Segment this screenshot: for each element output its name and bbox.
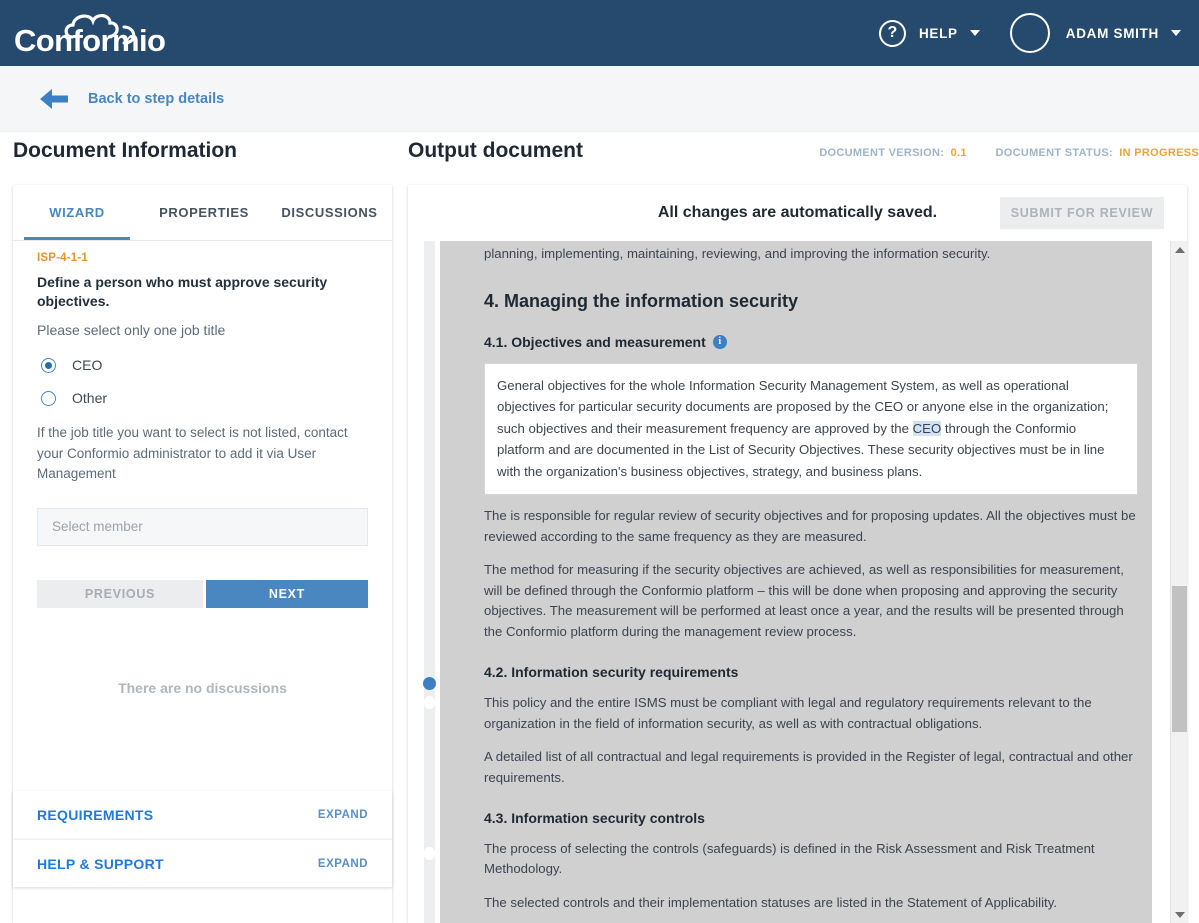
tab-wizard-label: WIZARD — [49, 205, 105, 220]
question-instruction: Please select only one job title — [37, 321, 226, 338]
accordion-requirements-title: REQUIREMENTS — [37, 807, 154, 823]
wizard-button-row: PREVIOUS NEXT — [37, 579, 368, 608]
paragraph-43-a: The process of selecting the controls (s… — [484, 841, 1095, 877]
paragraph-42-a: This policy and the entire ISMS must be … — [484, 695, 1092, 731]
page-body: Document Information WIZARD PROPERTIES D… — [0, 132, 1199, 923]
document-information-panel: Document Information WIZARD PROPERTIES D… — [0, 132, 404, 923]
document-content: Information Security Management System –… — [440, 241, 1152, 923]
document-toolbar: All changes are automatically saved. SUB… — [408, 185, 1187, 241]
tab-discussions-label: DISCUSSIONS — [281, 205, 378, 220]
rail-track — [424, 241, 435, 923]
document-viewport: Information Security Management System –… — [408, 241, 1187, 923]
scroll-down-arrow-icon[interactable] — [1171, 906, 1187, 923]
document-status-key: DOCUMENT STATUS: — [995, 147, 1113, 159]
paragraph-42-b: A detailed list of all contractual and l… — [484, 749, 1133, 785]
next-button[interactable]: NEXT — [205, 579, 368, 608]
accordion-requirements-expand[interactable]: EXPAND — [318, 809, 368, 821]
accordion-help-support-title: HELP & SUPPORT — [37, 855, 164, 872]
select-member-input[interactable]: Select member — [37, 507, 368, 546]
heading-section-43: 4.3. Information security controls — [484, 810, 1138, 826]
chevron-down-icon-help — [969, 30, 980, 36]
info-icon-41[interactable]: i — [712, 334, 727, 349]
back-navigation-bar: Back to step details — [0, 66, 1199, 132]
status-badge: IN PROGRESS — [1119, 147, 1199, 159]
radio-option-other[interactable]: Other — [37, 390, 368, 406]
definition-body: – part of the overall management process… — [484, 246, 991, 262]
question-circle-icon: ? — [878, 19, 906, 47]
accordion-help-support[interactable]: HELP & SUPPORT EXPAND — [13, 839, 392, 887]
document-version-key: DOCUMENT VERSION: — [819, 147, 945, 159]
top-right-actions: ? HELP ADAM SMITH — [878, 0, 1181, 66]
radio-label-ceo: CEO — [72, 357, 103, 374]
job-title-hint: If the job title you want to select is n… — [37, 425, 348, 482]
help-menu[interactable]: ? HELP — [878, 19, 980, 47]
back-to-step-details-link[interactable]: Back to step details — [88, 91, 224, 107]
no-discussions-message: There are no discussions — [118, 679, 287, 696]
help-label: HELP — [918, 25, 958, 41]
document-meta: DOCUMENT VERSION: 0.1 DOCUMENT STATUS: I… — [819, 147, 1199, 159]
highlighted-variable-ceo[interactable]: CEO — [912, 420, 942, 436]
document-page[interactable]: Information Security Management System –… — [440, 241, 1152, 923]
rail-position-marker[interactable] — [423, 677, 436, 690]
conformio-logo[interactable]: Conformio — [14, 7, 174, 59]
paragraph-41-a: The is responsible for regular review of… — [484, 508, 1136, 544]
editable-paragraph-41[interactable]: General objectives for the whole Informa… — [484, 362, 1138, 496]
avatar[interactable] — [1009, 13, 1050, 53]
tab-properties[interactable]: PROPERTIES — [141, 185, 267, 240]
page-title-left: Document Information — [13, 139, 237, 162]
heading-section-42: 4.2. Information security requirements — [484, 664, 1138, 680]
previous-button[interactable]: PREVIOUS — [37, 579, 203, 608]
paragraph-43-b: The selected controls and their implemen… — [484, 894, 1057, 910]
wizard-body: ISP-4-1-1 Define a person who must appro… — [13, 241, 392, 696]
user-name-label[interactable]: ADAM SMITH — [1066, 26, 1159, 41]
chevron-down-icon-user[interactable] — [1171, 30, 1181, 36]
brand-name: Conformio — [14, 23, 166, 58]
output-document-card: All changes are automatically saved. SUB… — [408, 185, 1187, 923]
radio-option-ceo[interactable]: CEO — [37, 357, 368, 373]
tab-discussions[interactable]: DISCUSSIONS — [267, 185, 392, 240]
tab-properties-label: PROPERTIES — [159, 205, 249, 220]
heading-section-41: 4.1. Objectives and measurement i — [484, 334, 1138, 350]
heading-section-41-label: 4.1. Objectives and measurement — [484, 333, 706, 350]
rail-gap-2 — [424, 847, 435, 860]
radio-button-icon-other[interactable] — [41, 390, 56, 406]
heading-section-4: 4. Managing the information security — [484, 290, 799, 311]
radio-button-icon-ceo[interactable] — [41, 357, 56, 373]
document-vertical-scrollbar[interactable] — [1170, 241, 1187, 923]
page-title-right: Output document — [408, 139, 583, 162]
tab-bar: WIZARD PROPERTIES DISCUSSIONS — [13, 185, 392, 241]
autosave-message: All changes are automatically saved. — [657, 204, 938, 221]
heading-section-42-label: 4.2. Information security requirements — [484, 664, 739, 681]
output-document-panel: Output document DOCUMENT VERSION: 0.1 DO… — [404, 132, 1199, 923]
paragraph-definition: Information Security Management System –… — [484, 241, 1138, 265]
question-code: ISP-4-1-1 — [37, 252, 89, 264]
heading-section-43-label: 4.3. Information security controls — [484, 810, 705, 827]
accordion-help-support-expand[interactable]: EXPAND — [318, 858, 368, 870]
paragraph-41-b: The method for measuring if the security… — [484, 562, 1124, 639]
top-navigation-bar: Conformio ? HELP ADAM SMITH — [0, 0, 1199, 66]
rail-gap-1 — [424, 696, 435, 709]
scrollbar-thumb[interactable] — [1172, 586, 1187, 732]
accordion-requirements[interactable]: REQUIREMENTS EXPAND — [13, 791, 392, 839]
section-progress-rail[interactable] — [418, 241, 440, 923]
radio-label-other: Other — [72, 390, 108, 407]
submit-for-review-button[interactable]: SUBMIT FOR REVIEW — [1000, 197, 1164, 229]
arrow-left-icon[interactable] — [39, 88, 69, 110]
document-version-value: 0.1 — [950, 147, 967, 159]
scroll-up-arrow-icon[interactable] — [1171, 241, 1187, 258]
tab-wizard[interactable]: WIZARD — [13, 185, 141, 240]
question-text: Define a person who must approve securit… — [37, 274, 328, 310]
